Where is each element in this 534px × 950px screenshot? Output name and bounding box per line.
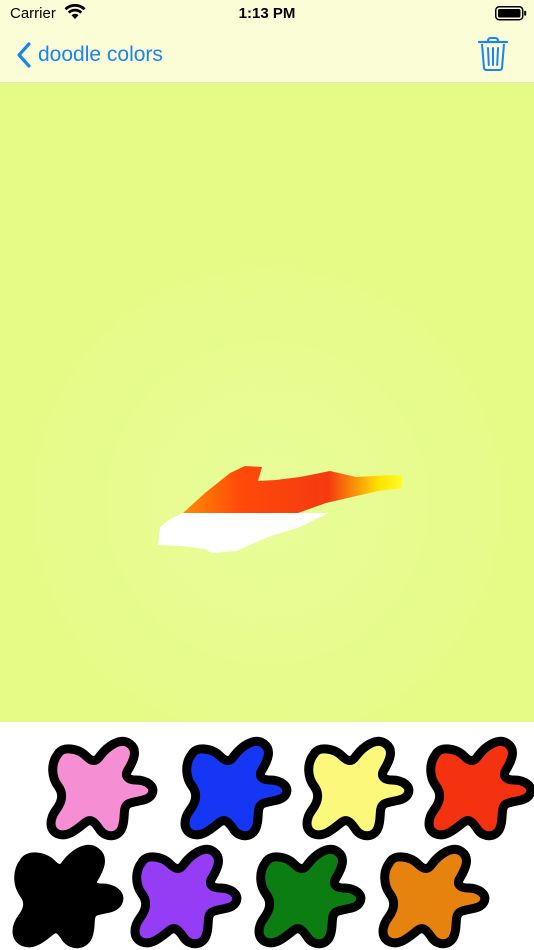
clock: 1:13 PM — [238, 5, 296, 22]
chevron-left-icon — [17, 42, 31, 68]
color-splat-black[interactable] — [6, 840, 126, 950]
back-button-label: doodle colors — [38, 43, 163, 66]
color-splat-pink[interactable] — [40, 732, 160, 842]
navigation-bar: doodle colors — [0, 28, 534, 83]
color-splat-yellow[interactable] — [296, 732, 416, 842]
status-bar: Carrier 1:13 PM — [0, 0, 534, 28]
trash-icon[interactable] — [477, 36, 509, 72]
canvas-background-glow — [0, 83, 534, 722]
color-splat-orange[interactable] — [372, 840, 492, 950]
back-button[interactable]: doodle colors — [14, 39, 163, 71]
color-splat-green[interactable] — [248, 840, 368, 950]
battery-icon — [495, 6, 527, 21]
color-splat-purple[interactable] — [124, 840, 244, 950]
drawing-canvas[interactable] — [0, 83, 534, 722]
color-splat-blue[interactable] — [174, 732, 294, 842]
color-splat-red[interactable] — [418, 732, 534, 842]
color-palette — [0, 722, 534, 950]
